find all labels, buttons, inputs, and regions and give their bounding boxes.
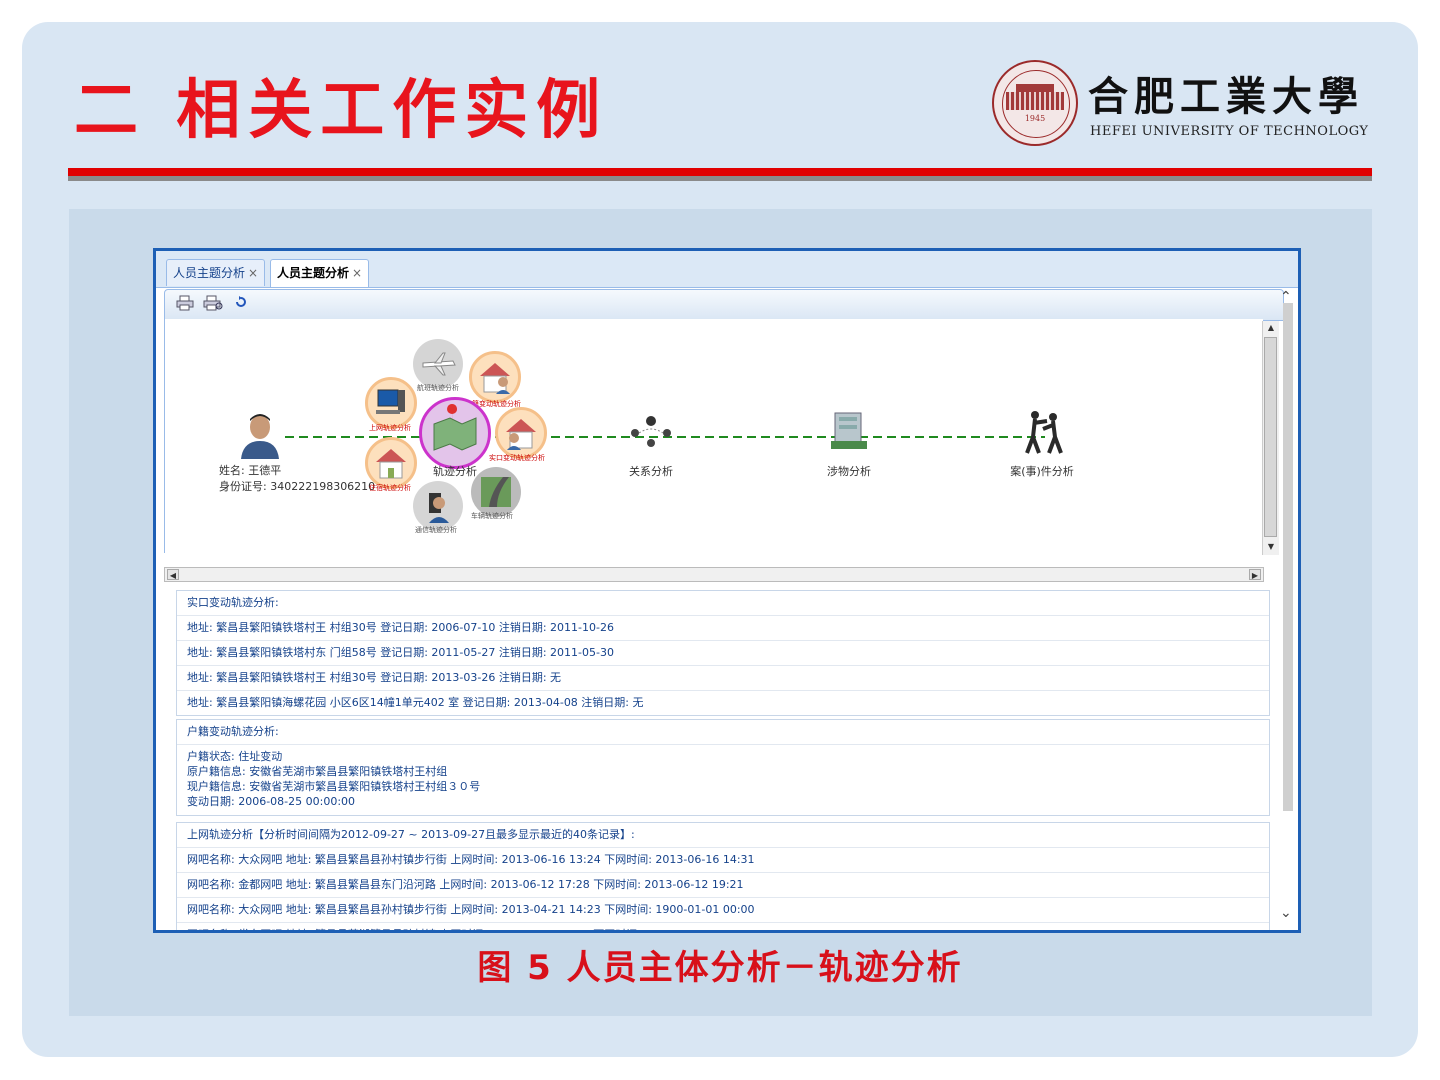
chevron-down-icon[interactable]: ⌄ [1280, 905, 1292, 921]
scrollbar-thumb[interactable] [1283, 303, 1293, 811]
huji-original: 原户籍信息: 安徽省芜湖市繁昌县繁阳镇铁塔村王村组 [187, 765, 448, 778]
shikou-trajectory-section: 实口变动轨迹分析: 地址: 繁昌县繁阳镇铁塔村王 村组30号 登记日期: 200… [176, 590, 1270, 716]
scroll-down-icon[interactable]: ▼ [1265, 541, 1277, 553]
section-title: 户籍变动轨迹分析: [177, 720, 1269, 745]
list-item: 地址: 繁昌县繁阳镇铁塔村东 门组58号 登记日期: 2011-05-27 注销… [177, 641, 1269, 666]
huji-trajectory-section: 户籍变动轨迹分析: 户籍状态: 住址变动 原户籍信息: 安徽省芜湖市繁昌县繁阳镇… [176, 719, 1270, 816]
tab-label: 人员主题分析 [277, 266, 350, 280]
tab-person-analysis-2[interactable]: 人员主题分析 × [270, 259, 370, 287]
app-window: 人员主题分析 × 人员主题分析 × 姓名: 王德平 身份证号: 3402221983… [153, 248, 1301, 933]
satellite-label: 通信轨迹分析 [415, 526, 457, 534]
huji-status: 户籍状态: 住址变动 [187, 750, 283, 763]
list-item: 地址: 繁昌县繁阳镇海螺花园 小区6区14幢1单元402 室 登记日期: 201… [187, 696, 644, 709]
house-person-icon[interactable] [495, 407, 547, 459]
university-name-en: HEFEI UNIVERSITY OF TECHNOLOGY [1090, 124, 1369, 139]
tab-label: 人员主题分析 [173, 266, 246, 280]
refresh-icon[interactable] [231, 295, 251, 313]
title-divider-red [68, 168, 1372, 176]
figure-caption: 图 5 人员主体分析－轨迹分析 [477, 948, 963, 988]
university-name-cn: 合肥工業大學 [1088, 73, 1364, 120]
scrollbar-thumb[interactable] [1264, 337, 1277, 537]
tab-person-analysis-1[interactable]: 人员主题分析 × [166, 259, 266, 286]
trajectory-map-icon[interactable] [419, 397, 491, 469]
relation-analysis-label: 关系分析 [629, 465, 673, 478]
satellite-label: 住宿轨迹分析 [369, 484, 411, 492]
person-photo[interactable] [239, 411, 281, 459]
person-name: 姓名: 王德平 [219, 464, 282, 477]
print-preview-icon[interactable] [203, 295, 223, 313]
list-item: 地址: 繁昌县繁阳镇铁塔村王 村组30号 登记日期: 2013-03-26 注销… [177, 666, 1269, 691]
diagram-links [285, 436, 1045, 438]
airplane-icon[interactable] [413, 339, 463, 389]
scroll-right-icon[interactable]: ▶ [1249, 569, 1261, 580]
phone-user-icon[interactable] [413, 481, 463, 531]
person-id: 身份证号: 340222198306210 [219, 480, 376, 493]
list-item: 网吧名称: 大众网吧 地址: 繁昌县繁昌县孙村镇步行街 上网时间: 2013-0… [177, 848, 1269, 873]
center-node-label: 轨迹分析 [433, 465, 477, 478]
section-title: 上网轨迹分析【分析时间间隔为2012-09-27 ~ 2013-09-27且最多… [177, 823, 1269, 848]
case-analysis-label: 案(事)件分析 [1010, 465, 1074, 478]
trajectory-diagram: 姓名: 王德平 身份证号: 340222198306210 航班轨迹分析 户籍变… [164, 319, 1263, 553]
satellite-label: 上网轨迹分析 [369, 424, 411, 432]
slide-title: 二 相关工作实例 [74, 74, 609, 148]
print-icon[interactable] [175, 295, 195, 313]
scroll-left-icon[interactable]: ◀ [167, 569, 179, 580]
goods-icon[interactable] [823, 407, 875, 453]
computer-icon[interactable] [365, 377, 417, 429]
relation-icon[interactable] [625, 411, 677, 451]
scroll-up-icon[interactable]: ▲ [1265, 322, 1277, 334]
satellite-label: 实口变动轨迹分析 [489, 454, 545, 462]
university-logo: 1945 合肥工業大學 HEFEI UNIVERSITY OF TECHNOLO… [992, 58, 1368, 150]
tab-bar: 人员主题分析 × 人员主题分析 × [156, 251, 1298, 288]
list-item: 地址: 繁昌县繁阳镇铁塔村王 村组30号 登记日期: 2006-07-10 注销… [177, 616, 1269, 641]
house-icon[interactable] [365, 437, 417, 489]
internet-trajectory-section: 上网轨迹分析【分析时间间隔为2012-09-27 ~ 2013-09-27且最多… [176, 822, 1270, 930]
title-divider-gray [68, 176, 1372, 181]
diagram-vertical-scrollbar[interactable]: ▲ ▼ [1262, 321, 1279, 555]
page-vertical-scrollbar[interactable]: ⌃ ⌄ [1278, 289, 1298, 930]
huji-current: 现户籍信息: 安徽省芜湖市繁昌县繁阳镇铁塔村王村组３０号 [187, 780, 481, 793]
satellite-label: 航班轨迹分析 [417, 384, 459, 392]
list-item: 网吧名称: 金都网吧 地址: 繁昌县繁昌县东门沿河路 上网时间: 2013-06… [177, 873, 1269, 898]
diagram-horizontal-scrollbar[interactable]: ◀ ▶ [164, 567, 1264, 582]
seal-year: 1945 [1024, 114, 1046, 123]
toolbar [164, 289, 1284, 321]
satellite-label: 车辆轨迹分析 [471, 512, 513, 520]
house-person-icon[interactable] [469, 351, 521, 403]
list-item: 网吧名称: 常东网吧 地址: 繁昌县芜湖繁昌县孙村镇 上网时间: 2013-03… [177, 923, 1269, 930]
fight-icon[interactable] [1017, 407, 1069, 457]
goods-analysis-label: 涉物分析 [827, 465, 871, 478]
tab-close-icon[interactable]: × [248, 266, 258, 280]
huji-change-date: 变动日期: 2006-08-25 00:00:00 [187, 795, 356, 808]
university-seal-icon: 1945 [992, 60, 1078, 146]
tab-close-icon[interactable]: × [352, 266, 362, 280]
list-item: 网吧名称: 大众网吧 地址: 繁昌县繁昌县孙村镇步行街 上网时间: 2013-0… [177, 898, 1269, 923]
section-title: 实口变动轨迹分析: [177, 591, 1269, 616]
